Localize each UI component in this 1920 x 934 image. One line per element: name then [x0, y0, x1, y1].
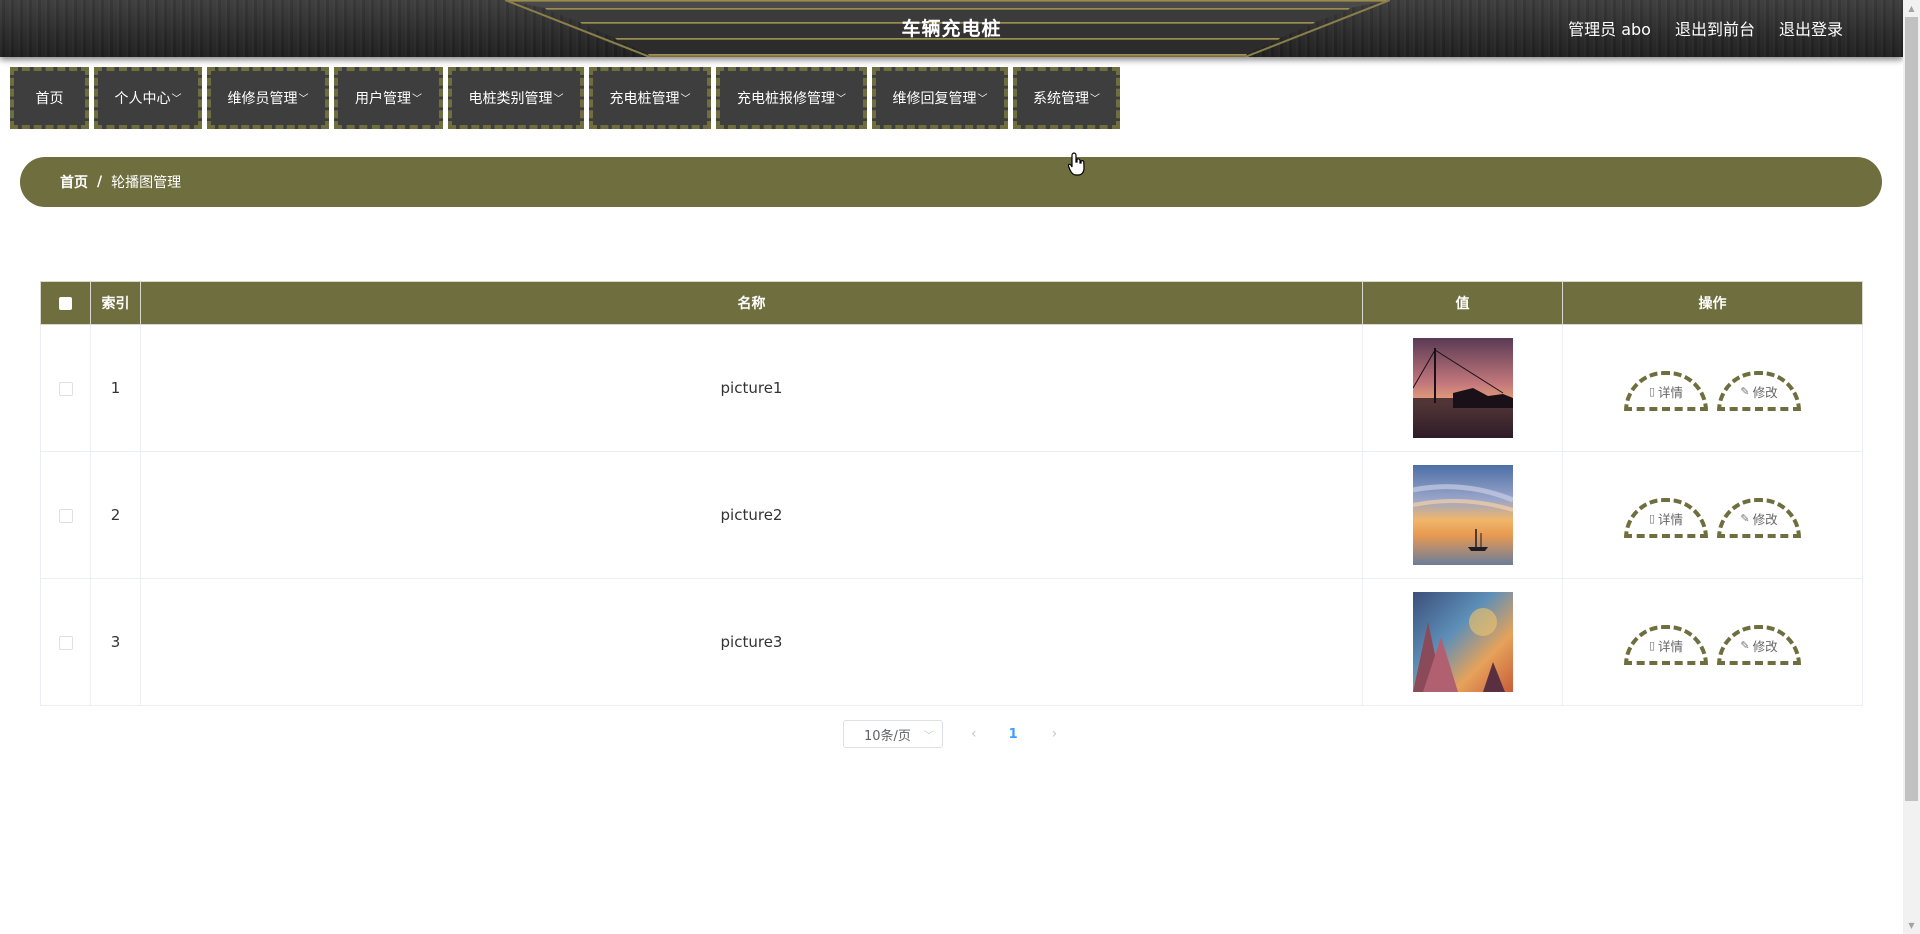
- main-nav: 首页 个人中心 ﹀ 维修员管理 ﹀ 用户管理 ﹀ 电桩类别管理 ﹀ 充电桩管理 ﹀ 充电桩…: [10, 67, 1120, 129]
- row-index: 3: [90, 578, 141, 706]
- column-header-index: 索引: [90, 281, 141, 325]
- edit-button-label: 修改: [1752, 384, 1778, 400]
- nav-item-system-management[interactable]: 系统管理 ﹀: [1013, 67, 1120, 129]
- document-icon: ▯: [1648, 511, 1656, 525]
- page-size-select[interactable]: 10条/页 ﹀: [843, 720, 943, 748]
- chevron-left-icon[interactable]: ‹: [971, 726, 977, 742]
- row-checkbox[interactable]: [58, 635, 73, 650]
- nav-item-label: 维修员管理: [227, 91, 298, 107]
- nav-item-repair-reply-management[interactable]: 维修回复管理 ﹀: [872, 67, 1008, 129]
- nav-item-label: 个人中心: [114, 91, 171, 107]
- row-checkbox-cell: [40, 324, 91, 452]
- nav-item-label: 系统管理: [1033, 91, 1089, 107]
- row-name: picture2: [140, 451, 1363, 579]
- table-row: 1 picture1 ▯ 详情 ✎ 修改: [40, 324, 1863, 452]
- edit-button[interactable]: ✎ 修改: [1717, 498, 1801, 538]
- scrollbar-thumb[interactable]: [1905, 17, 1918, 801]
- detail-button-label: 详情: [1658, 511, 1684, 527]
- chevron-down-icon: ﹀: [680, 93, 691, 105]
- nav-item-personal-center[interactable]: 个人中心 ﹀: [94, 67, 202, 129]
- pencil-icon: ✎: [1740, 511, 1750, 525]
- row-value-cell: [1362, 578, 1563, 706]
- nav-item-pile-category-management[interactable]: 电桩类别管理 ﹀: [448, 67, 584, 129]
- chevron-down-icon: ﹀: [1090, 93, 1100, 105]
- edit-button-label: 修改: [1752, 511, 1778, 527]
- exit-to-front-link[interactable]: 退出到前台: [1675, 16, 1755, 40]
- row-checkbox[interactable]: [58, 381, 73, 396]
- scroll-up-arrow-icon[interactable]: ▲: [1903, 0, 1920, 17]
- row-index: 2: [90, 451, 141, 579]
- row-value-cell: [1362, 451, 1563, 579]
- nav-item-charging-pile-management[interactable]: 充电桩管理 ﹀: [589, 67, 711, 129]
- nav-item-label: 充电桩报修管理: [737, 91, 835, 107]
- page-number-current[interactable]: 1: [1009, 727, 1018, 742]
- breadcrumb-current: 轮播图管理: [111, 175, 182, 191]
- admin-user-label: 管理员 abo: [1568, 20, 1651, 39]
- row-checkbox-cell: [40, 578, 91, 706]
- chevron-down-icon: ﹀: [171, 93, 182, 105]
- detail-button[interactable]: ▯ 详情: [1624, 371, 1708, 411]
- header-bar: 车辆充电桩 管理员 abo 退出到前台 退出登录: [0, 0, 1903, 57]
- chevron-right-icon[interactable]: ›: [1052, 726, 1058, 742]
- chevron-down-icon: ﹀: [836, 93, 846, 105]
- page-scrollbar[interactable]: ▲ ▼: [1903, 0, 1920, 934]
- breadcrumb-home[interactable]: 首页: [60, 172, 88, 192]
- chevron-down-icon: ﹀: [412, 93, 422, 105]
- column-header-value: 值: [1362, 281, 1563, 325]
- document-icon: ▯: [1648, 638, 1656, 652]
- nav-item-label: 维修回复管理: [892, 91, 977, 107]
- nav-item-label: 用户管理: [355, 91, 411, 107]
- select-all-checkbox[interactable]: [59, 296, 72, 310]
- table-header-row: 索引 名称 值 操作: [40, 281, 1863, 325]
- document-icon: ▯: [1648, 384, 1656, 398]
- edit-button-label: 修改: [1752, 638, 1778, 654]
- select-all-cell: [40, 281, 91, 325]
- row-name: picture1: [140, 324, 1363, 452]
- detail-button-label: 详情: [1658, 384, 1684, 400]
- pagination: 10条/页 ﹀ ‹ 1 ›: [843, 720, 1057, 748]
- column-header-actions: 操作: [1562, 281, 1863, 325]
- nav-item-repairer-management[interactable]: 维修员管理 ﹀: [207, 67, 329, 129]
- row-checkbox-cell: [40, 451, 91, 579]
- detail-button[interactable]: ▯ 详情: [1624, 498, 1708, 538]
- column-header-name: 名称: [140, 281, 1363, 325]
- thumbnail-colorful-peaks[interactable]: [1412, 592, 1513, 692]
- chevron-down-icon: ﹀: [298, 93, 309, 105]
- row-checkbox[interactable]: [58, 508, 73, 523]
- detail-button-label: 详情: [1658, 638, 1684, 654]
- row-actions-cell: ▯ 详情 ✎ 修改: [1562, 578, 1863, 706]
- table-row: 3 picture3 ▯ 详情 ✎ 修改: [40, 578, 1863, 706]
- edit-button[interactable]: ✎ 修改: [1717, 371, 1801, 411]
- row-name: picture3: [140, 578, 1363, 706]
- pencil-icon: ✎: [1740, 638, 1750, 652]
- nav-item-label: 电桩类别管理: [468, 91, 553, 107]
- nav-item-label: 首页: [35, 91, 64, 107]
- chevron-down-icon: ﹀: [977, 93, 988, 105]
- thumbnail-sunset-bridge[interactable]: [1412, 338, 1513, 438]
- row-value-cell: [1362, 324, 1563, 452]
- detail-button[interactable]: ▯ 详情: [1624, 625, 1708, 665]
- carousel-table: 索引 名称 值 操作 1 picture1 ▯ 详情 ✎ 修改 2 pictur…: [40, 281, 1863, 706]
- row-index: 1: [90, 324, 141, 452]
- edit-button[interactable]: ✎ 修改: [1717, 625, 1801, 665]
- scroll-down-arrow-icon[interactable]: ▼: [1903, 917, 1920, 934]
- row-actions-cell: ▯ 详情 ✎ 修改: [1562, 451, 1863, 579]
- header-user-area: 管理员 abo 退出到前台 退出登录: [1568, 16, 1843, 40]
- hand-pointer-cursor-icon: [1068, 152, 1085, 176]
- page-size-value: 10条/页: [864, 728, 911, 744]
- nav-item-label: 充电桩管理: [609, 91, 680, 107]
- nav-item-home[interactable]: 首页: [10, 67, 89, 129]
- breadcrumb: 首页 / 轮播图管理: [20, 157, 1882, 207]
- logout-link[interactable]: 退出登录: [1779, 16, 1843, 40]
- thumbnail-boat-sunset[interactable]: [1412, 465, 1513, 565]
- pencil-icon: ✎: [1740, 384, 1750, 398]
- chevron-down-icon: ﹀: [553, 93, 564, 105]
- nav-item-repair-request-management[interactable]: 充电桩报修管理 ﹀: [716, 67, 867, 129]
- chevron-down-icon: ﹀: [924, 731, 934, 742]
- breadcrumb-separator: /: [97, 174, 103, 190]
- row-actions-cell: ▯ 详情 ✎ 修改: [1562, 324, 1863, 452]
- nav-item-user-management[interactable]: 用户管理 ﹀: [334, 67, 443, 129]
- table-row: 2 picture2 ▯ 详情 ✎ 修改: [40, 451, 1863, 579]
